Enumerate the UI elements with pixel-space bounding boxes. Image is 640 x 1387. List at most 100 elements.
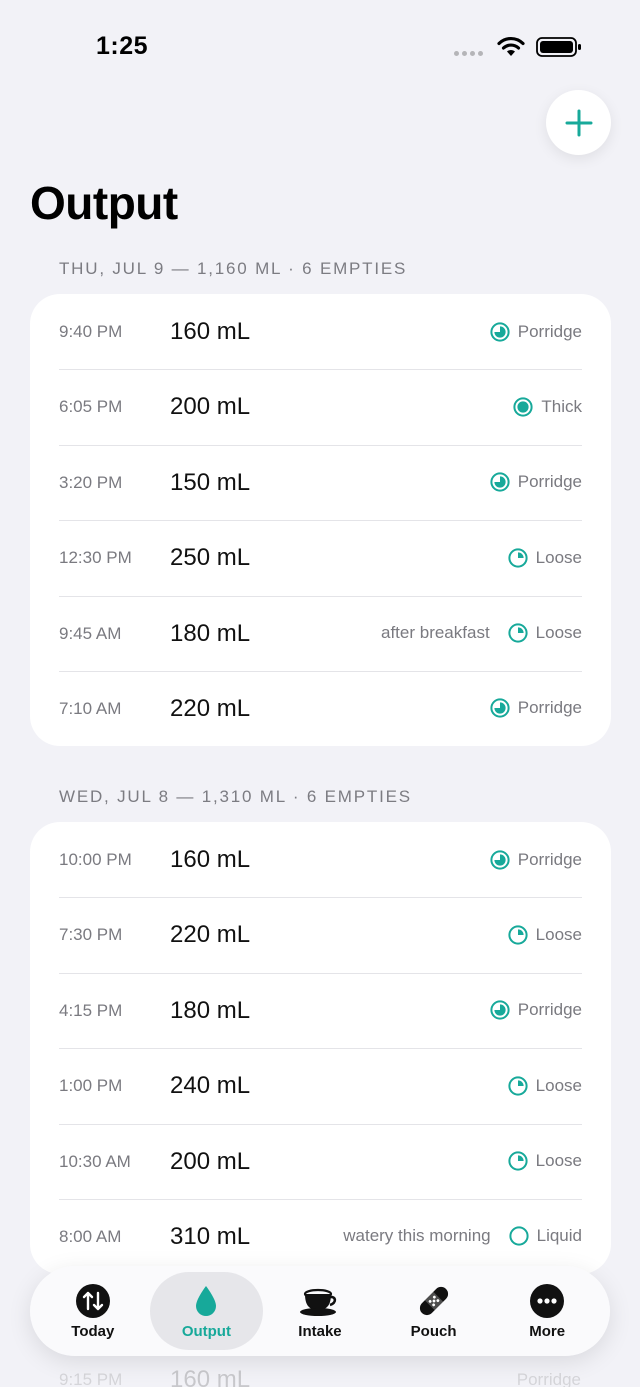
- entry-meta: Porridge: [490, 294, 582, 369]
- loose-icon: [508, 623, 528, 643]
- entry-type: Porridge: [517, 849, 582, 869]
- tab-label: Output: [181, 1322, 231, 1340]
- entry-time: 9:40 PM: [59, 322, 123, 341]
- entry-time: 10:30 AM: [59, 1151, 131, 1171]
- bandage-icon: [419, 1286, 448, 1315]
- porridge-icon: [490, 849, 510, 870]
- entries-card: 9:40 PM 160 mL Porridge 6:05 PM 200 mL Thick 3…: [30, 294, 611, 746]
- entry-type: Liquid: [536, 1226, 582, 1246]
- entry-amount: 180 mL: [170, 996, 251, 1024]
- list-item[interactable]: 3:20 PM 150 mL Porridge: [30, 444, 611, 520]
- entry-time: 12:30 PM: [59, 548, 132, 568]
- liquid-icon: [509, 1226, 529, 1247]
- entry-time: 6:05 PM: [59, 397, 123, 417]
- entry-meta: Porridge: [490, 973, 582, 1048]
- entry-meta: after breakfast Loose: [381, 596, 582, 671]
- list-item[interactable]: 12:30 PM 250 mL Loose: [30, 520, 611, 595]
- entry-type: Loose: [535, 1075, 582, 1095]
- cup-icon: [299, 1288, 337, 1316]
- list-item[interactable]: 9:45 AM 180 mL after breakfast Loose: [30, 595, 611, 671]
- tab-today[interactable]: Today: [36, 1272, 150, 1350]
- entry-type: Porridge: [517, 321, 582, 341]
- entry-type: Loose: [535, 1151, 582, 1171]
- entry-type: Thick: [541, 396, 582, 416]
- entry-type: Loose: [535, 547, 582, 567]
- tab-output[interactable]: Output: [149, 1272, 264, 1350]
- list-item[interactable]: 7:10 AM 220 mL Porridge: [30, 670, 611, 746]
- entry-amount: 150 mL: [170, 468, 251, 496]
- entry-meta: Porridge: [490, 445, 582, 520]
- tab-label: Today: [71, 1322, 115, 1340]
- entry-time: 7:30 PM: [59, 925, 123, 945]
- list-item[interactable]: 6:05 PM 200 mL Thick: [30, 369, 611, 444]
- add-entry-button[interactable]: [546, 90, 611, 155]
- tab-label: Intake: [298, 1322, 342, 1340]
- list-item[interactable]: 10:00 PM 160 mL Porridge: [30, 822, 611, 897]
- entry-amount: 180 mL: [170, 619, 251, 647]
- entry-meta: Loose: [508, 1124, 582, 1199]
- loose-icon: [508, 925, 528, 945]
- entry-note: after breakfast: [381, 623, 490, 643]
- porridge-icon: [490, 472, 510, 492]
- entry-amount: 240 mL: [170, 1072, 251, 1100]
- wifi-icon: [497, 36, 525, 56]
- arrows-updown-icon: [75, 1283, 110, 1318]
- tab-label: More: [529, 1322, 566, 1340]
- tab-label: Pouch: [410, 1322, 457, 1340]
- list-item[interactable]: 4:15 PM 180 mL Porridge: [30, 972, 611, 1048]
- cellular-signal-icon: [454, 51, 483, 56]
- entry-amount: 200 mL: [170, 1147, 251, 1175]
- entry-amount: 220 mL: [170, 694, 251, 722]
- entry-amount: 250 mL: [170, 544, 251, 572]
- entry-type: Porridge: [517, 698, 582, 718]
- list-item[interactable]: 7:30 PM 220 mL Loose: [30, 897, 611, 972]
- entry-meta: Porridge: [490, 671, 582, 746]
- entry-meta: Loose: [508, 520, 582, 595]
- ellipsis-icon: [530, 1283, 565, 1318]
- list-item[interactable]: 9:40 PM 160 mL Porridge: [30, 294, 611, 369]
- page-title: Output: [30, 177, 178, 229]
- entry-amount: 220 mL: [170, 921, 251, 949]
- loose-icon: [508, 1076, 528, 1096]
- status-time: 1:25: [96, 32, 149, 60]
- loose-icon: [508, 548, 528, 568]
- porridge-icon: [490, 1000, 510, 1020]
- entry-meta: watery this morning Liquid: [343, 1199, 582, 1274]
- plus-icon: [565, 109, 592, 136]
- entry-amount: 160 mL: [170, 318, 251, 345]
- entry-amount: 200 mL: [170, 393, 251, 421]
- section-header: WED, JUL 8 — 1,310 ML · 6 EMPTIES: [59, 787, 412, 806]
- list-item[interactable]: 8:00 AM 310 mL watery this morning Liquid: [30, 1198, 611, 1274]
- status-bar: 1:25: [0, 0, 640, 90]
- tab-pouch[interactable]: Pouch: [377, 1272, 491, 1350]
- porridge-icon: [490, 698, 510, 719]
- entry-time: 7:10 AM: [59, 698, 122, 718]
- drop-icon: [196, 1285, 217, 1316]
- entry-time: 8:00 AM: [59, 1226, 122, 1246]
- entry-type: Loose: [535, 623, 582, 643]
- entry-meta: Loose: [508, 897, 582, 972]
- entry-type: Porridge: [517, 1000, 582, 1020]
- list-item[interactable]: 10:30 AM 200 mL Loose: [30, 1123, 611, 1199]
- porridge-icon: [490, 321, 510, 342]
- entry-time: 3:20 PM: [59, 472, 123, 492]
- entry-note: watery this morning: [343, 1226, 491, 1246]
- battery-icon: [536, 37, 581, 57]
- entry-meta: Loose: [508, 1048, 582, 1123]
- tab-intake[interactable]: Intake: [263, 1272, 377, 1350]
- entry-time: 4:15 PM: [59, 1000, 123, 1020]
- entry-amount: 310 mL: [170, 1222, 251, 1250]
- tab-bar: Today Output Intake Pouch More: [30, 1266, 610, 1356]
- tab-more[interactable]: More: [490, 1272, 604, 1350]
- section-header: THU, JUL 9 — 1,160 ML · 6 EMPTIES: [59, 259, 408, 278]
- entry-time: 1:00 PM: [59, 1076, 123, 1096]
- entry-type: Loose: [535, 924, 582, 944]
- thick-icon: [513, 397, 533, 417]
- entry-meta: Porridge: [490, 822, 582, 897]
- entry-meta: Thick: [513, 369, 582, 444]
- entry-time: 9:45 AM: [59, 623, 122, 643]
- loose-icon: [508, 1151, 528, 1171]
- list-item[interactable]: 1:00 PM 240 mL Loose: [30, 1048, 611, 1123]
- entry-type: Porridge: [517, 472, 582, 492]
- entries-card: 10:00 PM 160 mL Porridge 7:30 PM 220 mL Loose…: [30, 822, 611, 1274]
